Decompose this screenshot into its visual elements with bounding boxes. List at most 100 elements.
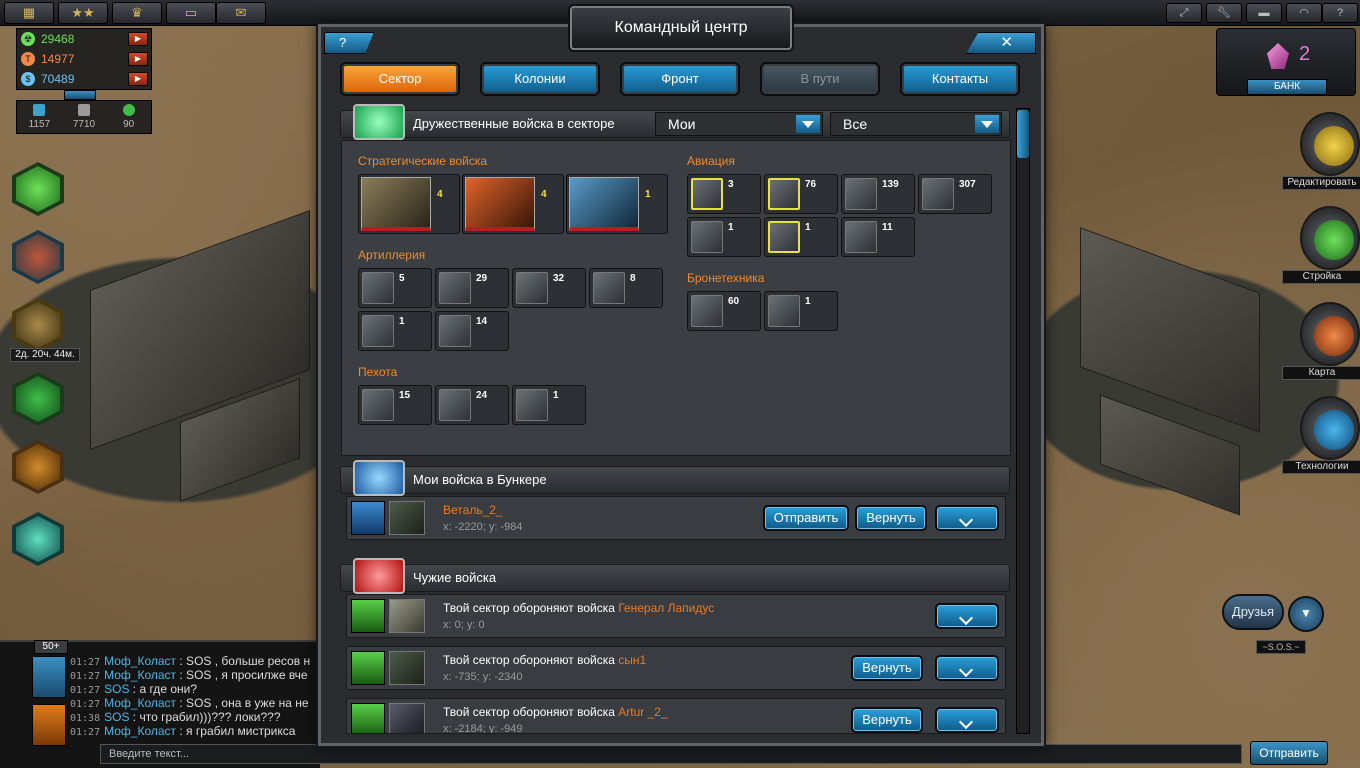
unit-card[interactable]: 76 bbox=[764, 174, 838, 214]
chat-send-button[interactable]: Отправить bbox=[1250, 741, 1328, 765]
ticket-icon[interactable]: ▭ bbox=[166, 2, 216, 24]
chat-input[interactable]: Введите текст... bbox=[100, 744, 1242, 764]
radio-icon[interactable] bbox=[32, 656, 66, 698]
wrench-icon[interactable]: 🔧︎ bbox=[1206, 3, 1242, 23]
chat-author[interactable]: SOS bbox=[104, 682, 129, 696]
bunker-row: Веталь_2_ x: -2220; y: -984 Отправить Ве… bbox=[346, 496, 1006, 540]
unit-card[interactable]: 8 bbox=[589, 268, 663, 308]
unit-card[interactable]: 24 bbox=[435, 385, 509, 425]
unit-card[interactable]: 1 bbox=[358, 311, 432, 351]
unit-count: 32 bbox=[553, 273, 565, 284]
unit-card[interactable]: 4 bbox=[462, 174, 564, 234]
chevron-down-icon[interactable] bbox=[975, 115, 999, 133]
tab-in-transit[interactable]: В пути bbox=[760, 62, 880, 96]
scrollbar-thumb[interactable] bbox=[1017, 110, 1029, 158]
expand-button[interactable] bbox=[935, 707, 999, 733]
unit-card[interactable]: 1 bbox=[566, 174, 668, 234]
unit-image bbox=[691, 221, 723, 253]
sos-label[interactable]: ~S.O.S.~ bbox=[1256, 640, 1306, 654]
build-button[interactable] bbox=[1300, 206, 1360, 270]
chat-author[interactable]: Моф_Коласт bbox=[104, 668, 176, 682]
unit-count: 8 bbox=[630, 273, 636, 284]
unit-card[interactable]: 1 bbox=[687, 217, 761, 257]
map-label: Карта bbox=[1282, 366, 1360, 380]
signal-icon[interactable]: ◠ bbox=[1286, 3, 1322, 23]
chat-author[interactable]: Моф_Коласт bbox=[104, 696, 176, 710]
player-link[interactable]: сын1 bbox=[618, 653, 646, 667]
type-filter-select[interactable]: Все bbox=[830, 112, 1002, 136]
player-link[interactable]: Artur _2_ bbox=[618, 705, 667, 719]
tab-front[interactable]: Фронт bbox=[620, 62, 740, 96]
unit-card[interactable]: 14 bbox=[435, 311, 509, 351]
group-title-strategic: Стратегические войска bbox=[358, 154, 488, 168]
return-button[interactable]: Вернуть bbox=[855, 505, 927, 531]
bank-panel[interactable]: 2 БАНК bbox=[1216, 28, 1356, 96]
tab-sector[interactable]: Сектор bbox=[340, 62, 460, 96]
red-signal-icon bbox=[353, 558, 405, 594]
add-resource-button[interactable]: ▶ bbox=[128, 52, 148, 66]
chat-author[interactable]: Моф_Коласт bbox=[104, 724, 176, 738]
unit-card[interactable]: 4 bbox=[358, 174, 460, 234]
unit-card[interactable]: 5 bbox=[358, 268, 432, 308]
unit-card[interactable]: 307 bbox=[918, 174, 992, 214]
mail-icon[interactable]: ✉ bbox=[216, 2, 266, 24]
unit-card[interactable]: 1 bbox=[764, 291, 838, 331]
expand-icon[interactable] bbox=[64, 90, 96, 100]
tab-colonies[interactable]: Колонии bbox=[480, 62, 600, 96]
add-resource-button[interactable]: ▶ bbox=[128, 32, 148, 46]
chat-author[interactable]: Моф_Коласт bbox=[104, 654, 176, 668]
unit-image bbox=[362, 315, 394, 347]
target-icon bbox=[1314, 316, 1354, 356]
coordinates: x: -2184; y: -949 bbox=[443, 723, 523, 734]
unit-count: 4 bbox=[437, 189, 443, 200]
unit-card[interactable]: 139 bbox=[841, 174, 915, 214]
help-icon[interactable]: ? bbox=[1322, 3, 1358, 23]
unit-card[interactable]: 1 bbox=[512, 385, 586, 425]
unit-card[interactable]: 3 bbox=[687, 174, 761, 214]
player-name[interactable]: Веталь_2_ bbox=[443, 503, 503, 517]
send-button[interactable]: Отправить bbox=[763, 505, 849, 531]
unit-card[interactable]: 32 bbox=[512, 268, 586, 308]
unit-card[interactable]: 11 bbox=[841, 217, 915, 257]
expand-button[interactable] bbox=[935, 505, 999, 531]
player-link[interactable]: Генерал Лапидус bbox=[618, 601, 714, 615]
friends-button[interactable]: Друзья bbox=[1222, 594, 1284, 630]
owner-filter-select[interactable]: Мои bbox=[655, 112, 823, 136]
bank-button[interactable]: БАНК bbox=[1247, 79, 1327, 95]
population-value: 7710 bbox=[62, 101, 107, 133]
credits-icon: $ bbox=[21, 72, 35, 86]
unit-card[interactable]: 60 bbox=[687, 291, 761, 331]
chat-message: 01:27 Моф_Коласт : SOS , я просилже вче bbox=[70, 668, 308, 682]
shield-icon bbox=[351, 501, 385, 535]
return-button[interactable]: Вернуть bbox=[851, 707, 923, 733]
return-button[interactable]: Вернуть bbox=[851, 655, 923, 681]
chevron-down-icon[interactable] bbox=[796, 115, 820, 133]
tech-button[interactable] bbox=[1300, 396, 1360, 460]
avatar bbox=[389, 651, 425, 685]
expand-button[interactable] bbox=[935, 603, 999, 629]
fullscreen-icon[interactable]: ⤢ bbox=[1166, 3, 1202, 23]
flag-icon[interactable]: ▬ bbox=[1246, 3, 1282, 23]
unit-image bbox=[439, 315, 471, 347]
expand-button[interactable] bbox=[935, 655, 999, 681]
edit-button[interactable] bbox=[1300, 112, 1360, 176]
unit-card[interactable]: 15 bbox=[358, 385, 432, 425]
player-link[interactable]: Веталь_2_ bbox=[443, 503, 503, 517]
trophy-icon[interactable]: ♛ bbox=[112, 2, 162, 24]
scrollbar-track[interactable] bbox=[1016, 108, 1030, 734]
group-title-infantry: Пехота bbox=[358, 365, 398, 379]
chat-time: 01:38 bbox=[70, 713, 101, 724]
chat-author[interactable]: SOS bbox=[104, 710, 129, 724]
unit-card[interactable]: 1 bbox=[764, 217, 838, 257]
stars-icon[interactable]: ★★ bbox=[58, 2, 108, 24]
tab-contacts[interactable]: Контакты bbox=[900, 62, 1020, 96]
friends-toggle-button[interactable]: ▼ bbox=[1288, 596, 1324, 632]
unit-card[interactable]: 29 bbox=[435, 268, 509, 308]
map-button[interactable] bbox=[1300, 302, 1360, 366]
film-icon[interactable]: ▦ bbox=[4, 2, 54, 24]
section-title: Чужие войска bbox=[413, 570, 497, 585]
people-icon[interactable] bbox=[32, 704, 66, 746]
crystal-icon bbox=[1267, 43, 1289, 69]
unit-count: 15 bbox=[399, 390, 411, 401]
add-resource-button[interactable]: ▶ bbox=[128, 72, 148, 86]
